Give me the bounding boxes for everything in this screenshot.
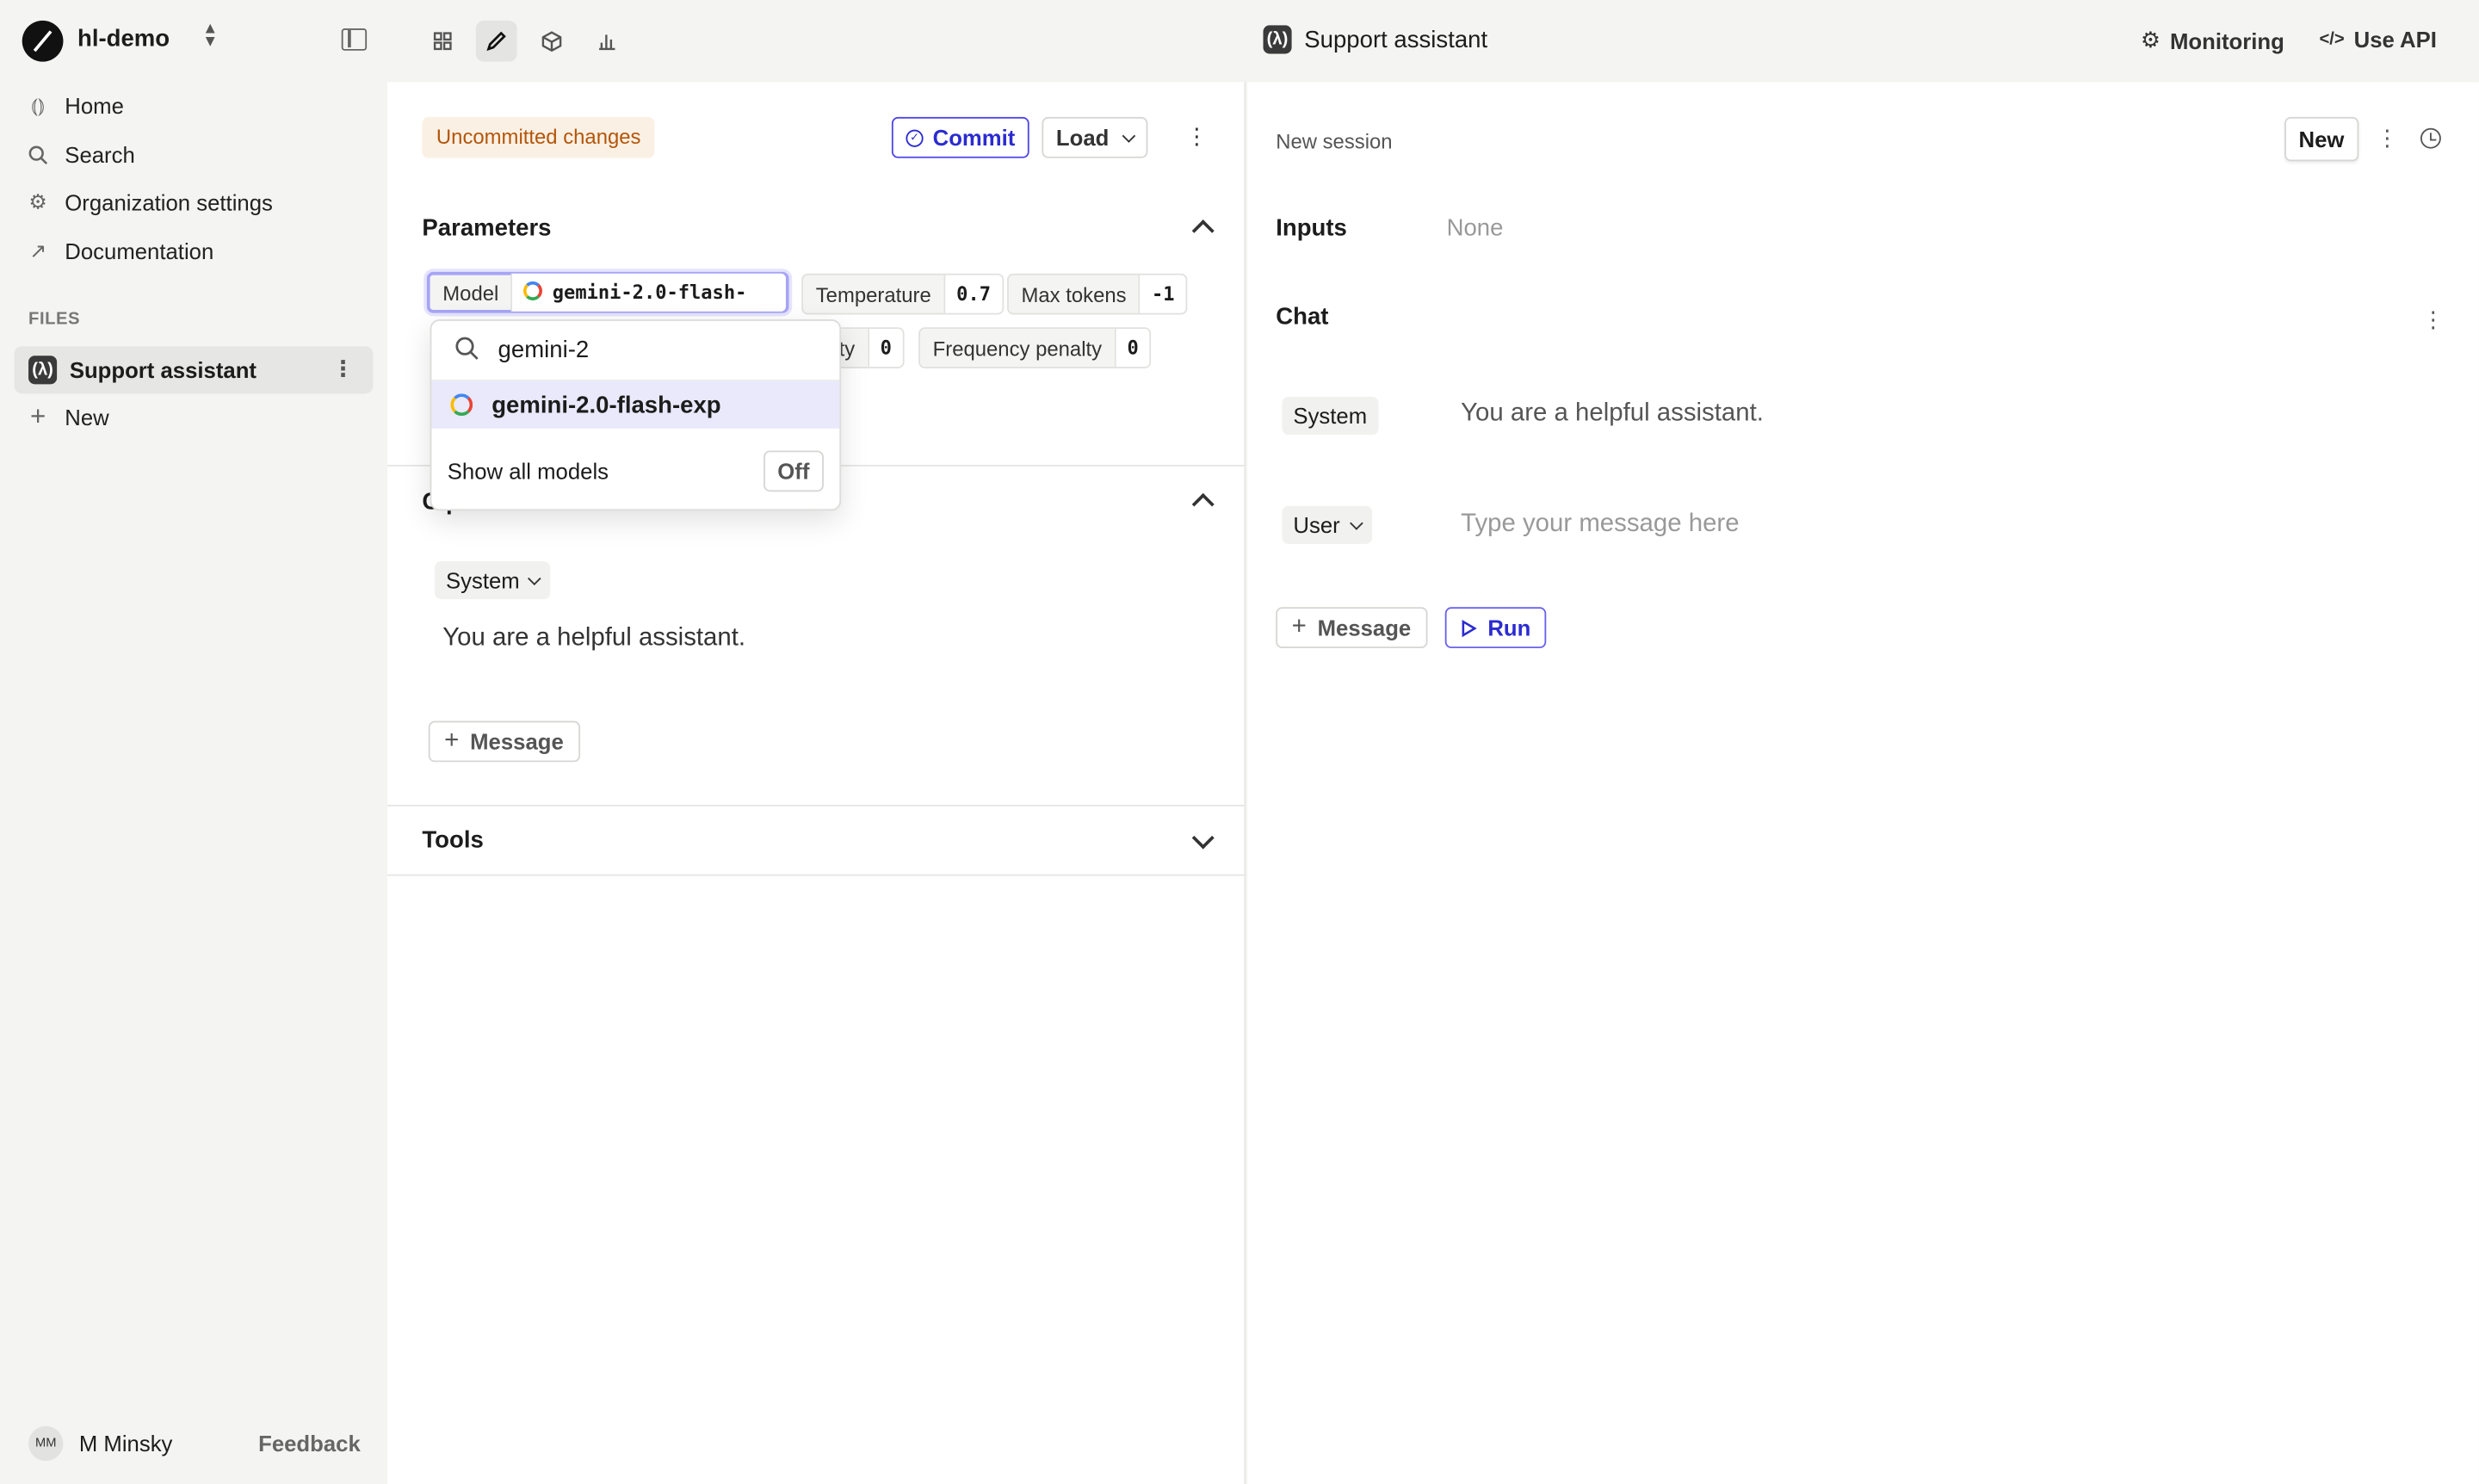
file-item-support-assistant[interactable]: (λ) Support assistant ⋮ [14,346,374,394]
home-icon: ⦅⦆ [31,93,46,117]
plus-icon: + [444,727,460,755]
commit-button[interactable]: ✓ Commit [891,116,1029,158]
chevron-down-icon [527,571,541,585]
gear-icon: ⚙ [2140,27,2161,53]
system-role-selector[interactable]: System [435,561,550,600]
chat-system-message: You are a helpful assistant. [1461,399,1764,427]
sidebar-item-documentation[interactable]: ↗ Documentation [27,238,213,263]
kebab-menu-icon[interactable]: ⋮ [1186,123,1209,150]
system-message-text[interactable]: You are a helpful assistant. [442,624,745,652]
search-icon [454,334,479,366]
google-icon [523,281,543,300]
frequency-penalty-param[interactable]: Frequency penalty 0 [918,327,1152,368]
pencil-icon[interactable] [475,20,517,62]
run-button[interactable]: Run [1444,607,1547,649]
model-option[interactable]: gemini-2.0-flash-exp [431,380,840,429]
top-bar: hl-demo ▲ ▼ (λ) Support assistant ⚙ Monit… [0,0,2479,83]
chat-label: Chat [1276,303,1329,331]
chat-system-role: System [1282,397,1379,436]
add-message-button[interactable]: + Message [1276,607,1427,649]
history-icon[interactable] [2420,127,2441,149]
temperature-param[interactable]: Temperature 0.7 [801,273,1004,315]
session-panel: New session New ⋮ Inputs None Chat ⋮ Sys… [1247,82,2479,1484]
inputs-label: Inputs [1276,214,1347,243]
use-api-button[interactable]: </> Use API [2319,27,2436,52]
chat-user-role-selector[interactable]: User [1282,505,1372,544]
add-message-button[interactable]: + Message [428,720,580,763]
max-tokens-param[interactable]: Max tokens -1 [1006,273,1188,315]
chevron-up-icon[interactable] [1191,220,1215,243]
chevron-up-icon[interactable] [1191,492,1215,516]
user-name[interactable]: M Minsky [79,1431,173,1456]
file-title-text: Support assistant [1304,26,1488,53]
divider [386,804,1246,807]
org-name[interactable]: hl-demo [77,25,170,52]
chevron-down-icon [1349,516,1363,529]
kebab-menu-icon[interactable]: ⋮ [2422,306,2445,333]
gear-icon: ⚙ [28,189,47,213]
avatar[interactable]: MM [28,1425,64,1462]
sidebar-new-file[interactable]: + New [27,401,109,432]
arrow-up-right-icon: ↗ [29,238,47,263]
plus-icon: + [29,401,46,432]
kebab-menu-icon[interactable]: ⋮ [2377,125,2399,151]
prompt-file-icon: (λ) [28,356,58,385]
load-button[interactable]: Load [1042,116,1149,158]
chevron-up-down-icon[interactable]: ▲ ▼ [196,22,225,59]
user-message-input[interactable]: Type your message here [1461,510,1739,539]
prompt-file-icon: (λ) [1263,25,1292,54]
check-circle-icon: ✓ [906,128,924,146]
parameters-title: Parameters [422,214,552,243]
files-section-label: FILES [28,309,81,330]
chevron-down-icon [1122,128,1137,142]
file-title: (λ) Support assistant [1263,25,1488,54]
user-row: MM M Minsky Feedback [28,1425,361,1462]
monitoring-button[interactable]: ⚙ Monitoring [2141,27,2284,53]
org-logo-icon[interactable] [22,20,64,62]
feedback-button[interactable]: Feedback [258,1431,361,1456]
show-all-models-toggle[interactable]: Off [763,450,824,492]
kebab-menu-icon[interactable]: ⋮ [332,357,355,380]
sidebar-item-organization-settings[interactable]: ⚙ Organization settings [27,189,273,214]
google-icon [450,393,473,417]
sidebar-item-home[interactable]: ⦅⦆ Home [27,93,124,118]
model-search-input[interactable]: gemini-2 [431,321,840,381]
editor-panel: Uncommitted changes ✓ Commit Load ⋮ Para… [386,82,1246,1484]
divider [386,874,1246,876]
status-badge: Uncommitted changes [422,116,656,158]
code-icon: </> [2319,29,2345,49]
dashboard-icon[interactable] [422,21,463,62]
sidebar: ⦅⦆ Home Search ⚙ Organization settings ↗… [0,83,387,1484]
plus-icon: + [1291,613,1307,640]
sidebar-toggle-icon[interactable] [341,28,368,51]
model-selector[interactable]: Model gemini-2.0-flash-exp [426,271,789,342]
tools-title: Tools [422,826,484,854]
cube-icon[interactable] [531,21,572,62]
show-all-models-row: Show all models Off [448,450,824,492]
chevron-down-icon[interactable] [1191,826,1215,850]
inputs-value: None [1446,214,1504,243]
play-icon [1461,619,1477,637]
search-icon [27,144,49,166]
session-label: New session [1276,129,1393,154]
new-session-button[interactable]: New [2284,116,2358,162]
sidebar-item-search[interactable]: Search [27,142,135,168]
bar-chart-icon[interactable] [586,21,627,62]
model-dropdown: gemini-2 gemini-2.0-flash-exp Show all m… [430,319,842,511]
